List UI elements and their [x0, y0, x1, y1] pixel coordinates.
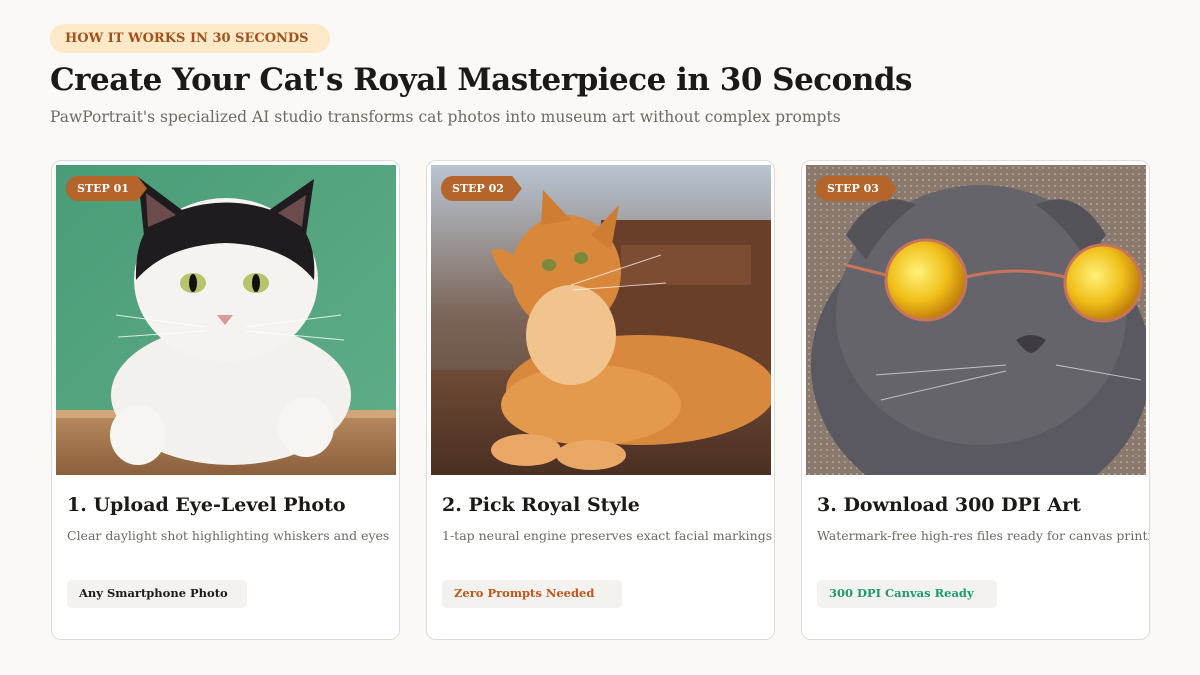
step-photo-2	[431, 165, 771, 475]
step-title: 3. Download 300 DPI Art	[817, 494, 1081, 516]
section-eyebrow-badge: HOW IT WORKS IN 30 SECONDS	[50, 24, 330, 53]
step-card-3: STEP 03 3. Download 300 DPI Art Watermar…	[801, 160, 1150, 640]
feature-pill: Zero Prompts Needed	[442, 580, 622, 608]
step-description: Clear daylight shot highlighting whisker…	[67, 528, 390, 543]
page-title: Create Your Cat's Royal Masterpiece in 3…	[50, 62, 913, 98]
step-photo-3	[806, 165, 1146, 475]
step-description: Watermark-free high-res files ready for …	[817, 528, 1150, 543]
step-tag-badge: STEP 02	[441, 176, 522, 201]
step-tag-badge: STEP 03	[816, 176, 897, 201]
step-card-2: STEP 02 2. Pick Royal Style 1-tap neural…	[426, 160, 775, 640]
page-subtitle: PawPortrait's specialized AI studio tran…	[50, 108, 841, 126]
step-card-1: STEP 01 1. Upload Eye-Level Photo Clear …	[51, 160, 400, 640]
cat-photo-image	[56, 165, 396, 475]
feature-pill: Any Smartphone Photo	[67, 580, 247, 608]
feature-pill: 300 DPI Canvas Ready	[817, 580, 997, 608]
step-title: 2. Pick Royal Style	[442, 494, 640, 516]
cat-photo-image	[431, 165, 771, 475]
step-title: 1. Upload Eye-Level Photo	[67, 494, 346, 516]
step-photo-1	[56, 165, 396, 475]
step-description: 1-tap neural engine preserves exact faci…	[442, 528, 773, 543]
cat-photo-image	[806, 165, 1146, 475]
step-tag-badge: STEP 01	[66, 176, 147, 201]
